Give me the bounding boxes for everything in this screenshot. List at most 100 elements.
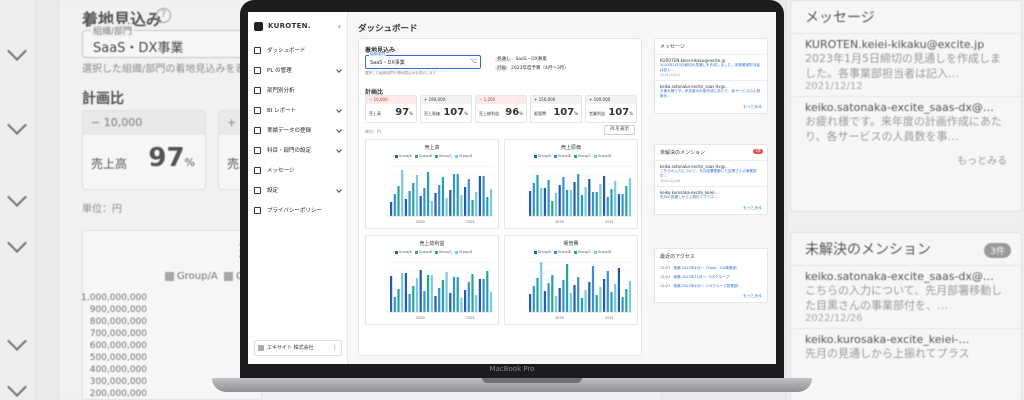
- bg-mentions-panel: 未解決のメンション 3件 keiko.satonaka-excite_saas-…: [790, 232, 1022, 400]
- chart-bar: [547, 283, 550, 312]
- plan-card: + 100,000 営業利益 107%: [585, 95, 637, 123]
- chart-bar: [554, 193, 558, 216]
- messages-more-link[interactable]: もっとみる: [655, 102, 767, 113]
- access-item[interactable]: 12/21 実績 2022年4月〜（CXグループ営業部）: [655, 282, 767, 291]
- chart-bar: [412, 286, 415, 312]
- chart-bar: [614, 181, 617, 216]
- app-sidebar: KUROTEN. ‹ ダッシュボード PL の管理 部門別分析 BI レポート 実績デー…: [248, 12, 348, 364]
- show-pl-button[interactable]: PLを表示: [604, 125, 635, 135]
- chart-bar: [475, 192, 478, 216]
- sidebar-item[interactable]: ダッシュボード: [248, 40, 347, 60]
- bg-mention-item: keiko.satonaka-excite_saas-dx@… こちらの入力につ…: [791, 265, 1021, 328]
- help-icon: ?: [156, 8, 171, 23]
- chart-bar: [617, 194, 620, 216]
- chart-bar: [401, 273, 404, 312]
- chart-bar: [456, 174, 459, 216]
- chart-bar: [419, 270, 422, 312]
- x-tick-label: 2021: [605, 220, 614, 224]
- sidebar-item[interactable]: 科目・部門の設定: [248, 140, 347, 160]
- chart-bar: [441, 280, 444, 312]
- x-tick-label: 2020: [555, 316, 564, 320]
- kebab-icon[interactable]: ⋮: [332, 341, 338, 355]
- x-tick-label: 2020: [416, 220, 425, 224]
- sidebar-item[interactable]: BI レポート: [248, 100, 347, 120]
- bg-messages-panel: メッセージ KUROTEN.keiei-kikaku@excite.jp 202…: [790, 0, 1022, 212]
- chart-bar: [393, 194, 396, 216]
- chart-bar: [606, 271, 609, 312]
- org-select-label: 組織/部門: [369, 52, 387, 57]
- sidebar-item[interactable]: 設定: [248, 180, 347, 200]
- logo-icon: [254, 21, 263, 31]
- nav-icon: [254, 166, 261, 174]
- chart-bar: [566, 190, 569, 216]
- app-right-column: メッセージ KUROTEN.keiei-kikaku@excite.jp 202…: [648, 12, 776, 364]
- chart-bar: [558, 185, 561, 216]
- chart-bar: [489, 292, 493, 312]
- sidebar-item-label: メッセージ: [267, 168, 295, 174]
- sidebar-item[interactable]: 部門別分析: [248, 80, 347, 100]
- sidebar-item[interactable]: メッセージ: [248, 160, 347, 180]
- chart-bar: [415, 278, 419, 312]
- mentions-panel: 未解決のメンション 3件 keiko.satonaka-excite_saas-…: [654, 144, 768, 215]
- chart-bar: [445, 272, 448, 312]
- bg-plan-card: − 10,000 売上高 97%: [82, 110, 206, 190]
- plan-diff: − 1,200: [476, 96, 526, 104]
- bg-more-link: もっとみる: [957, 156, 1007, 167]
- x-tick-label: 2021: [466, 220, 475, 224]
- chart-bar: [427, 172, 430, 216]
- nav-icon: [254, 66, 261, 74]
- company-switcher[interactable]: エキサイト 株式会社 ⋮: [254, 340, 342, 356]
- chart-bar: [577, 174, 580, 216]
- collapse-icon[interactable]: ‹: [338, 22, 341, 31]
- message-item[interactable]: KUROTEN.keiei-kikaku@excite.jp 2023年1月5日…: [655, 54, 767, 80]
- chart-bar: [408, 294, 411, 312]
- nav-icon: [254, 206, 261, 214]
- org-select-hint: 選択した組織/部門の着地見込みを表示します: [365, 71, 437, 75]
- bg-select-label: 組織/部門: [91, 24, 135, 37]
- plan-value: 107%: [553, 107, 578, 118]
- chart-bar: [595, 295, 598, 312]
- chevron-down-icon: [336, 147, 342, 153]
- chart-bar: [543, 188, 546, 216]
- chart-bar: [584, 290, 587, 312]
- bg-message-item: KUROTEN.keiei-kikaku@excite.jp 2023年1月5日…: [791, 33, 1021, 96]
- access-item[interactable]: 12/27 実績 2022年4月〜（SaaS・DX事業部）: [655, 264, 767, 273]
- mention-item[interactable]: keiko.kurosaka-excite_keiei-… 先月の見通しから上振…: [655, 186, 767, 203]
- sidebar-item[interactable]: 実績データの登録: [248, 120, 347, 140]
- chevron-down-icon: [7, 331, 27, 351]
- bg-plan-label: 売上高: [91, 157, 128, 171]
- laptop-notch: [482, 378, 582, 383]
- chart-legend: Group/A Group/B Group/C Group/D: [366, 250, 498, 254]
- chart-plot: 2020 2021: [527, 165, 633, 224]
- nav-icon: [254, 106, 261, 114]
- page-title: ダッシュボード: [358, 24, 418, 34]
- laptop-mockup: KUROTEN. ‹ ダッシュボード PL の管理 部門別分析 BI レポート 実績デー…: [212, 0, 812, 400]
- chart-bar: [536, 278, 539, 312]
- sidebar-item[interactable]: プライバシーポリシー: [248, 200, 347, 220]
- chart-bar: [551, 201, 554, 216]
- chart-bar: [471, 274, 474, 312]
- bg-y-tick: 1,000,000,000: [81, 293, 147, 303]
- chart-bar: [603, 176, 606, 216]
- chart-bar: [614, 284, 617, 312]
- mentions-more-link[interactable]: もっとみる: [655, 203, 767, 214]
- access-item[interactable]: 12/21 実績 2022年11月〜（CXグループ）: [655, 273, 767, 282]
- plan-diff: − 10,000: [366, 96, 416, 104]
- chart-bar: [486, 271, 489, 312]
- chart-bar: [478, 176, 481, 216]
- chart-bar: [460, 195, 463, 216]
- sidebar-item[interactable]: PL の管理: [248, 60, 347, 80]
- chart-bar: [621, 194, 624, 216]
- org-select[interactable]: 組織/部門 SaaS・DX事業 ⌥: [365, 52, 481, 69]
- message-item[interactable]: keiko.satonaka-excite_saas-dx@… お疲れ様です。来…: [655, 80, 767, 102]
- bg-message-item: keiko.satonaka-excite_saas-dx@… お疲れ様です。来…: [791, 96, 1021, 148]
- access-more-link[interactable]: もっとみる: [655, 291, 767, 302]
- x-tick-label: 2020: [555, 220, 564, 224]
- chevron-down-icon: [7, 377, 27, 397]
- chevron-down-icon: [336, 127, 342, 133]
- chart-plot: 2020 2021: [388, 165, 494, 224]
- plan-diff: + 150,000: [531, 96, 581, 104]
- bg-plan-title: 計画比: [82, 91, 124, 107]
- mention-item[interactable]: keiko.satonaka-excite_saas-dx@… こちらの入力につ…: [655, 160, 767, 186]
- chart-bar: [588, 282, 591, 312]
